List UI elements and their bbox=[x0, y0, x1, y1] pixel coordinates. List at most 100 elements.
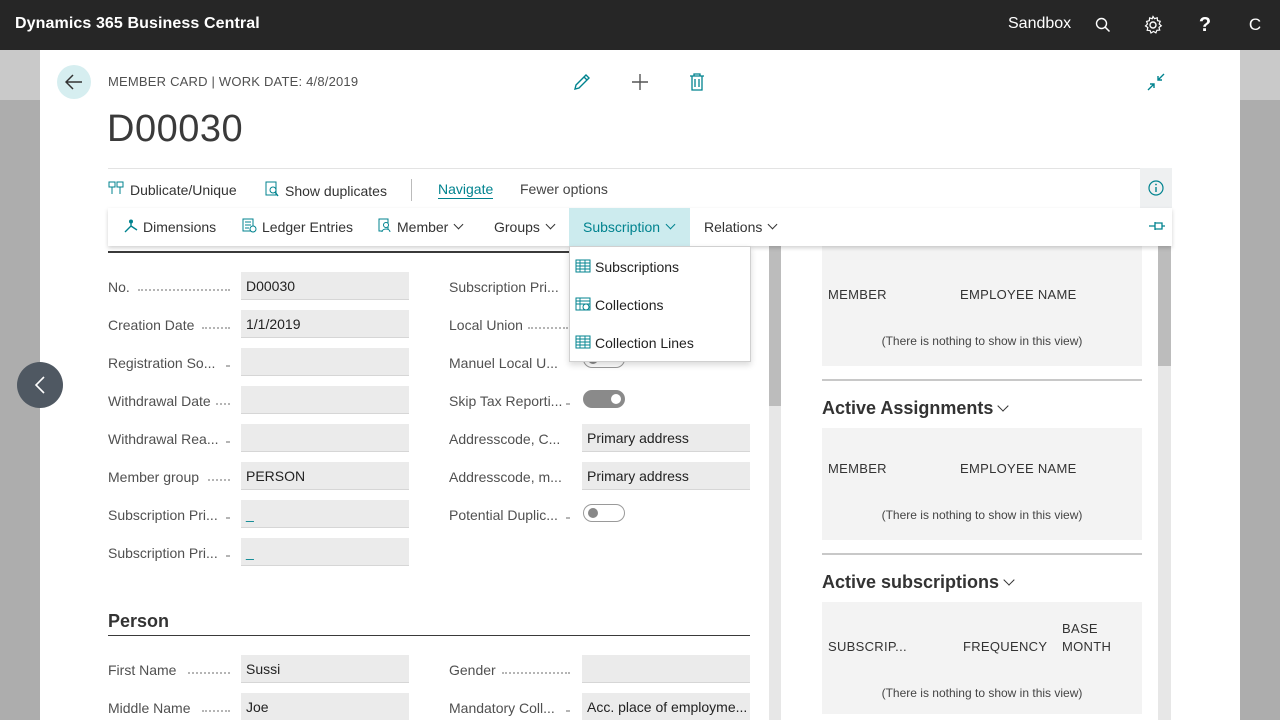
delete-trash-icon[interactable] bbox=[685, 70, 709, 94]
dimensions-icon bbox=[124, 219, 138, 236]
collapse-icon[interactable] bbox=[1144, 70, 1168, 94]
ledger-entries-label: Ledger Entries bbox=[262, 219, 354, 235]
leader-dots bbox=[566, 403, 570, 405]
withdrawal-date-field[interactable] bbox=[241, 386, 409, 414]
active-assignments-title[interactable]: Active Assignments bbox=[822, 398, 1010, 419]
previous-record-button[interactable] bbox=[17, 362, 63, 408]
back-button[interactable] bbox=[57, 65, 91, 99]
field-label-addresscode-m: Addresscode, m... bbox=[449, 469, 562, 485]
leader-dots bbox=[528, 327, 568, 329]
factbox-first-list: MEMBER EMPLOYEE NAME (There is nothing t… bbox=[822, 246, 1142, 366]
potential-duplicate-toggle[interactable] bbox=[583, 504, 625, 522]
new-plus-icon[interactable] bbox=[628, 70, 652, 94]
duplicate-unique-label: Dublicate/Unique bbox=[130, 181, 237, 198]
chevron-down-icon bbox=[1003, 574, 1015, 586]
member-menu-item[interactable]: Member bbox=[372, 208, 468, 246]
help-icon[interactable]: ? bbox=[1193, 13, 1217, 37]
dimensions-label: Dimensions bbox=[143, 219, 217, 235]
navigate-tab[interactable]: Navigate bbox=[438, 181, 494, 199]
field-label-subscription-price-right: Subscription Pri... bbox=[449, 279, 559, 295]
skip-tax-reporting-toggle[interactable] bbox=[583, 390, 625, 408]
app-title[interactable]: Dynamics 365 Business Central bbox=[15, 15, 260, 33]
chevron-down-icon bbox=[545, 219, 556, 230]
first-name-field[interactable]: Sussi bbox=[241, 655, 409, 683]
field-label-withdrawal-date: Withdrawal Date bbox=[108, 393, 211, 409]
empty-list-message: (There is nothing to show in this view) bbox=[881, 686, 1083, 700]
action-bar: Dublicate/Unique Show duplicates Navigat… bbox=[108, 168, 1172, 208]
chevron-down-icon bbox=[665, 219, 676, 230]
collection-lines-option-label: Collection Lines bbox=[595, 335, 694, 351]
collections-option-label: Collections bbox=[595, 297, 664, 313]
settings-gear-icon[interactable] bbox=[1141, 13, 1165, 37]
subscription-menu-item[interactable]: Subscription bbox=[569, 208, 690, 246]
middle-name-field[interactable]: Joe bbox=[241, 693, 409, 720]
gender-field[interactable] bbox=[582, 655, 750, 683]
list-lines-icon bbox=[575, 335, 591, 352]
edit-pencil-icon[interactable] bbox=[570, 70, 594, 94]
subscription-price-2-field[interactable]: _ bbox=[241, 538, 409, 566]
show-duplicates-action[interactable]: Show duplicates bbox=[265, 181, 387, 200]
field-label-withdrawal-reason: Withdrawal Rea... bbox=[108, 431, 219, 447]
member-label: Member bbox=[397, 219, 449, 235]
duplicate-icon bbox=[108, 181, 124, 198]
field-label-mandatory-collection: Mandatory Coll... bbox=[449, 700, 555, 716]
creation-date-field[interactable]: 1/1/2019 bbox=[241, 310, 409, 338]
relations-label: Relations bbox=[704, 219, 763, 235]
subscription-price-1-field[interactable]: _ bbox=[241, 500, 409, 528]
field-label-potential-duplicate: Potential Duplic... bbox=[449, 507, 558, 523]
pin-icon[interactable] bbox=[1148, 219, 1166, 238]
leader-dots bbox=[502, 672, 570, 674]
no-field[interactable]: D00030 bbox=[241, 272, 409, 300]
ledger-entries-menu-item[interactable]: Ledger Entries bbox=[236, 208, 359, 246]
leader-dots bbox=[226, 555, 230, 557]
column-header-base-month-line2[interactable]: MONTH bbox=[1062, 639, 1111, 654]
show-duplicates-label: Show duplicates bbox=[285, 182, 387, 199]
column-header-base-month-line1[interactable]: BASE bbox=[1062, 621, 1098, 636]
column-header-subscription[interactable]: SUBSCRIP... bbox=[828, 639, 907, 654]
fewer-options-button[interactable]: Fewer options bbox=[520, 181, 608, 197]
active-subscriptions-label: Active subscriptions bbox=[822, 572, 1000, 592]
field-label-no: No. bbox=[108, 279, 130, 295]
active-assignments-list: MEMBER EMPLOYEE NAME (There is nothing t… bbox=[822, 428, 1142, 540]
column-header-frequency[interactable]: FREQUENCY bbox=[963, 639, 1047, 654]
ledger-entries-icon bbox=[242, 218, 257, 236]
user-avatar[interactable]: C bbox=[1240, 10, 1270, 40]
person-section-title[interactable]: Person bbox=[108, 611, 169, 632]
column-header-employee-name[interactable]: EMPLOYEE NAME bbox=[960, 461, 1077, 476]
content-scrollbar-thumb[interactable] bbox=[769, 246, 781, 406]
empty-list-message: (There is nothing to show in this view) bbox=[881, 334, 1083, 348]
field-label-subscription-price-1: Subscription Pri... bbox=[108, 507, 218, 523]
column-header-member[interactable]: MEMBER bbox=[828, 287, 887, 302]
person-section-line bbox=[108, 635, 750, 636]
withdrawal-reason-field[interactable] bbox=[241, 424, 409, 452]
factbox-scrollbar-thumb[interactable] bbox=[1158, 246, 1171, 366]
search-icon[interactable] bbox=[1091, 13, 1115, 37]
groups-label: Groups bbox=[494, 219, 540, 235]
column-header-member[interactable]: MEMBER bbox=[828, 461, 887, 476]
registration-source-field[interactable] bbox=[241, 348, 409, 376]
factbox-info-button[interactable] bbox=[1140, 168, 1172, 208]
collections-menu-option[interactable]: Collections bbox=[575, 295, 663, 315]
active-assignments-label: Active Assignments bbox=[822, 398, 994, 418]
leader-dots bbox=[566, 710, 570, 712]
collection-lines-menu-option[interactable]: Collection Lines bbox=[575, 333, 694, 353]
relations-menu-item[interactable]: Relations bbox=[698, 208, 782, 246]
member-group-field[interactable]: PERSON bbox=[241, 462, 409, 490]
groups-menu-item[interactable]: Groups bbox=[488, 208, 560, 246]
factbox-separator bbox=[822, 553, 1142, 555]
empty-list-message: (There is nothing to show in this view) bbox=[881, 508, 1083, 522]
subscriptions-option-label: Subscriptions bbox=[595, 259, 680, 275]
member-card-page: MEMBER CARD | WORK DATE: 4/8/2019 D00030… bbox=[40, 50, 1240, 720]
active-subscriptions-title[interactable]: Active subscriptions bbox=[822, 572, 1015, 593]
leader-dots bbox=[566, 517, 570, 519]
addresscode-c-field[interactable]: Primary address bbox=[582, 424, 750, 452]
field-label-member-group: Member group bbox=[108, 469, 200, 485]
column-header-employee-name[interactable]: EMPLOYEE NAME bbox=[960, 287, 1077, 302]
dimensions-menu-item[interactable]: Dimensions bbox=[118, 208, 222, 246]
field-label-gender: Gender bbox=[449, 662, 496, 678]
addresscode-m-field[interactable]: Primary address bbox=[582, 462, 750, 490]
subscriptions-menu-option[interactable]: Subscriptions bbox=[575, 257, 679, 277]
mandatory-collection-field[interactable]: Acc. place of employme... bbox=[582, 693, 750, 720]
chevron-down-icon bbox=[997, 400, 1010, 412]
duplicate-unique-action[interactable]: Dublicate/Unique bbox=[108, 181, 237, 198]
